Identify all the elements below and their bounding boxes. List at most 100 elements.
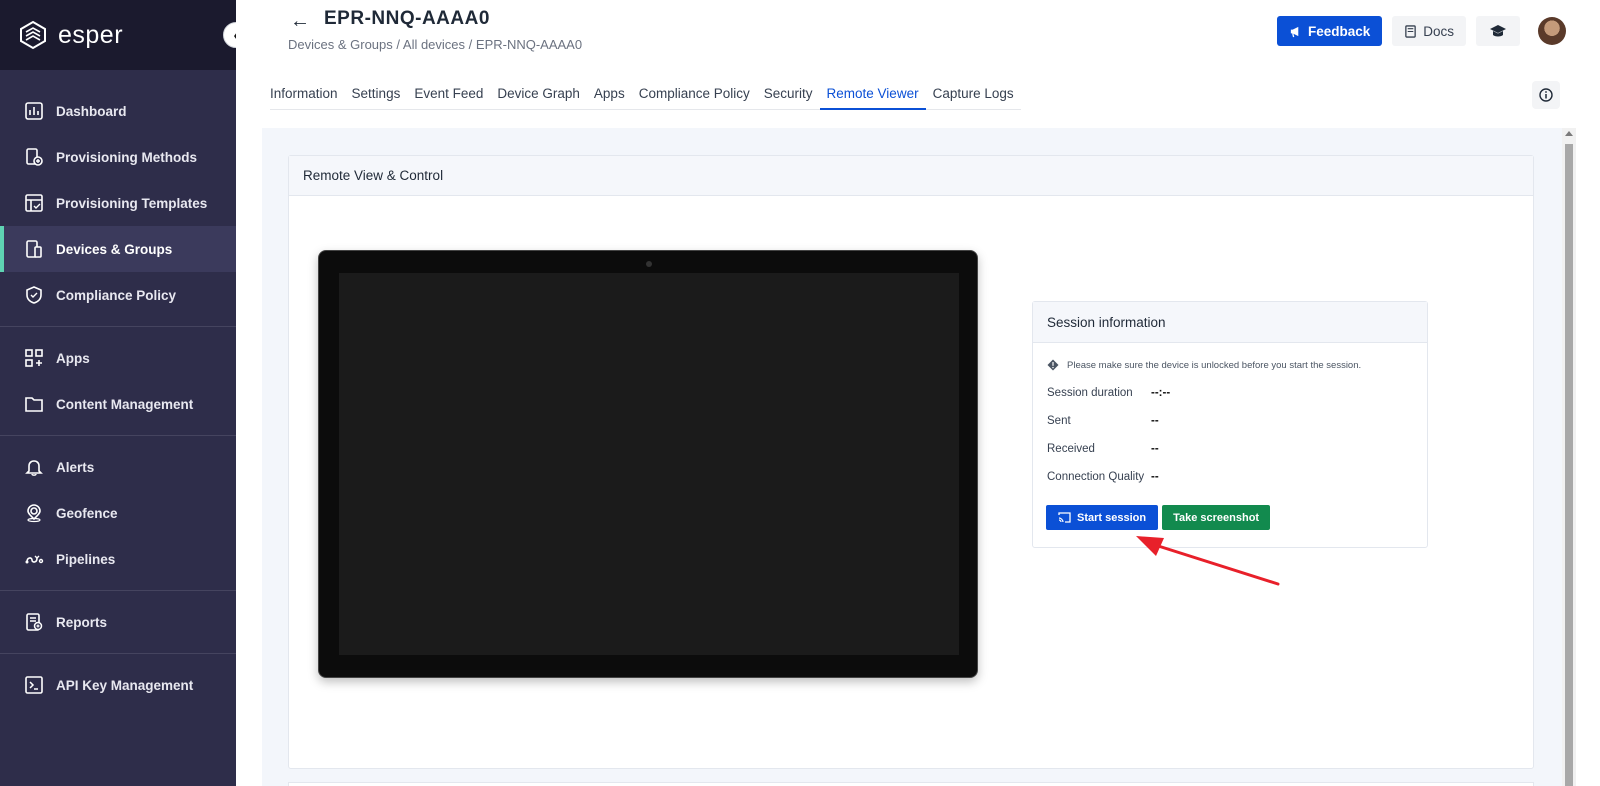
sidebar-item-label: Alerts bbox=[56, 459, 95, 475]
feedback-button[interactable]: Feedback bbox=[1276, 16, 1383, 46]
sidebar-item-label: Pipelines bbox=[56, 551, 116, 567]
bell-icon bbox=[25, 460, 43, 476]
session-duration-row: Session duration --:-- bbox=[1047, 379, 1427, 407]
sidebar-item-label: Provisioning Methods bbox=[56, 149, 198, 165]
sidebar-item-provisioning-templates[interactable]: Provisioning Templates bbox=[0, 180, 236, 226]
brand-name: esper bbox=[58, 20, 124, 49]
sidebar-item-reports[interactable]: Reports bbox=[0, 599, 236, 645]
connection-quality-row: Connection Quality -- bbox=[1047, 463, 1427, 491]
take-screenshot-button[interactable]: Take screenshot bbox=[1162, 505, 1271, 530]
nav-divider bbox=[0, 590, 236, 591]
vertical-scrollbar[interactable] bbox=[1562, 128, 1576, 786]
tab-settings[interactable]: Settings bbox=[344, 86, 408, 110]
scroll-up-icon[interactable] bbox=[1565, 131, 1573, 136]
received-value: -- bbox=[1151, 443, 1159, 455]
connection-quality-label: Connection Quality bbox=[1047, 471, 1145, 483]
unlock-notice: Please make sure the device is unlocked … bbox=[1047, 359, 1427, 371]
info-icon bbox=[1539, 88, 1553, 102]
session-duration-label: Session duration bbox=[1047, 387, 1133, 399]
sidebar: esper ‹ Dashboard Provisioning Methods P… bbox=[0, 0, 249, 786]
warning-diamond-icon bbox=[1047, 359, 1059, 371]
sidebar-item-alerts[interactable]: Alerts bbox=[0, 444, 236, 490]
docs-button[interactable]: Docs bbox=[1392, 16, 1466, 46]
tab-remote-viewer[interactable]: Remote Viewer bbox=[819, 86, 926, 110]
sidebar-item-provisioning-methods[interactable]: Provisioning Methods bbox=[0, 134, 236, 180]
start-session-label: Start session bbox=[1077, 511, 1147, 524]
shield-icon bbox=[26, 286, 42, 304]
book-icon bbox=[1405, 24, 1417, 38]
graduation-cap-icon bbox=[1490, 25, 1506, 37]
sidebar-item-label: API Key Management bbox=[56, 677, 194, 693]
received-label: Received bbox=[1047, 443, 1095, 455]
unlock-notice-text: Please make sure the device is unlocked … bbox=[1067, 359, 1362, 371]
esper-logo-icon bbox=[20, 20, 46, 50]
sent-label: Sent bbox=[1047, 415, 1071, 427]
provisioning-templates-icon bbox=[25, 194, 43, 212]
device-tabs: Information Settings Event Feed Device G… bbox=[270, 86, 1021, 110]
sidebar-item-label: Devices & Groups bbox=[56, 241, 173, 257]
device-preview[interactable] bbox=[318, 250, 978, 678]
tab-event-feed[interactable]: Event Feed bbox=[407, 86, 491, 110]
cast-icon bbox=[1058, 512, 1071, 523]
breadcrumb-all-devices[interactable]: / All devices bbox=[396, 37, 465, 52]
info-button[interactable] bbox=[1532, 81, 1560, 109]
session-duration-value: --:-- bbox=[1151, 387, 1171, 399]
breadcrumb: Devices & Groups / All devices / EPR-NNQ… bbox=[288, 37, 582, 52]
tab-device-graph[interactable]: Device Graph bbox=[490, 86, 587, 110]
learning-button[interactable] bbox=[1476, 16, 1520, 46]
sidebar-item-label: Geofence bbox=[56, 505, 118, 521]
sidebar-item-label: Compliance Policy bbox=[56, 287, 177, 303]
terminal-icon bbox=[25, 676, 43, 694]
sidebar-item-api-key-management[interactable]: API Key Management bbox=[0, 662, 236, 708]
nav-divider bbox=[0, 435, 236, 436]
sidebar-item-content-management[interactable]: Content Management bbox=[0, 381, 236, 427]
sidebar-item-devices-groups[interactable]: Devices & Groups bbox=[0, 226, 236, 272]
map-pin-icon bbox=[27, 504, 41, 523]
tab-information[interactable]: Information bbox=[270, 86, 345, 110]
provisioning-methods-icon bbox=[26, 148, 43, 166]
sidebar-item-label: Reports bbox=[56, 614, 108, 630]
avatar[interactable] bbox=[1538, 17, 1566, 45]
received-row: Received -- bbox=[1047, 435, 1427, 463]
sidebar-item-label: Content Management bbox=[56, 396, 194, 412]
device-screen[interactable] bbox=[339, 273, 959, 655]
sidebar-item-compliance-policy[interactable]: Compliance Policy bbox=[0, 272, 236, 318]
sidebar-item-label: Apps bbox=[56, 350, 90, 366]
devices-icon bbox=[26, 240, 42, 258]
sent-row: Sent -- bbox=[1047, 407, 1427, 435]
sidebar-item-dashboard[interactable]: Dashboard bbox=[0, 88, 236, 134]
camera-dot bbox=[646, 261, 652, 267]
sidebar-item-pipelines[interactable]: Pipelines bbox=[0, 536, 236, 582]
session-actions: Start session Take screenshot bbox=[1046, 505, 1427, 530]
sidebar-item-apps[interactable]: Apps bbox=[0, 335, 236, 381]
sidebar-item-label: Provisioning Templates bbox=[56, 195, 208, 211]
session-information-title: Session information bbox=[1033, 302, 1427, 343]
report-icon bbox=[26, 613, 43, 631]
dashboard-icon bbox=[25, 102, 43, 120]
session-stats: Session duration --:-- Sent -- Received … bbox=[1033, 379, 1427, 491]
nav-divider bbox=[0, 326, 236, 327]
megaphone-icon bbox=[1290, 26, 1299, 37]
sidebar-nav: Dashboard Provisioning Methods Provision… bbox=[0, 70, 236, 708]
page-title: EPR-NNQ-AAAA0 bbox=[324, 8, 490, 29]
page-header: ← EPR-NNQ-AAAA0 Devices & Groups / All d… bbox=[236, 0, 1600, 70]
brand: esper ‹ bbox=[0, 0, 249, 70]
session-information-panel: Session information Please make sure the… bbox=[1032, 301, 1428, 548]
docs-label: Docs bbox=[1423, 23, 1454, 39]
feedback-label: Feedback bbox=[1307, 23, 1371, 39]
tab-apps[interactable]: Apps bbox=[586, 86, 632, 110]
back-arrow-icon[interactable]: ← bbox=[290, 10, 310, 33]
annotation-arrow-icon bbox=[1136, 536, 1280, 586]
apps-grid-icon bbox=[25, 349, 43, 367]
pipeline-icon bbox=[25, 555, 44, 564]
next-card bbox=[288, 782, 1534, 786]
tab-security[interactable]: Security bbox=[756, 86, 820, 110]
scrollbar-thumb[interactable] bbox=[1565, 144, 1573, 786]
tab-compliance-policy[interactable]: Compliance Policy bbox=[631, 86, 757, 110]
sidebar-item-geofence[interactable]: Geofence bbox=[0, 490, 236, 536]
start-session-button[interactable]: Start session bbox=[1046, 505, 1159, 530]
breadcrumb-current-device: / EPR-NNQ-AAAA0 bbox=[468, 37, 583, 52]
sent-value: -- bbox=[1151, 415, 1159, 427]
tab-capture-logs[interactable]: Capture Logs bbox=[925, 86, 1021, 110]
breadcrumb-devices-groups[interactable]: Devices & Groups bbox=[288, 37, 393, 52]
